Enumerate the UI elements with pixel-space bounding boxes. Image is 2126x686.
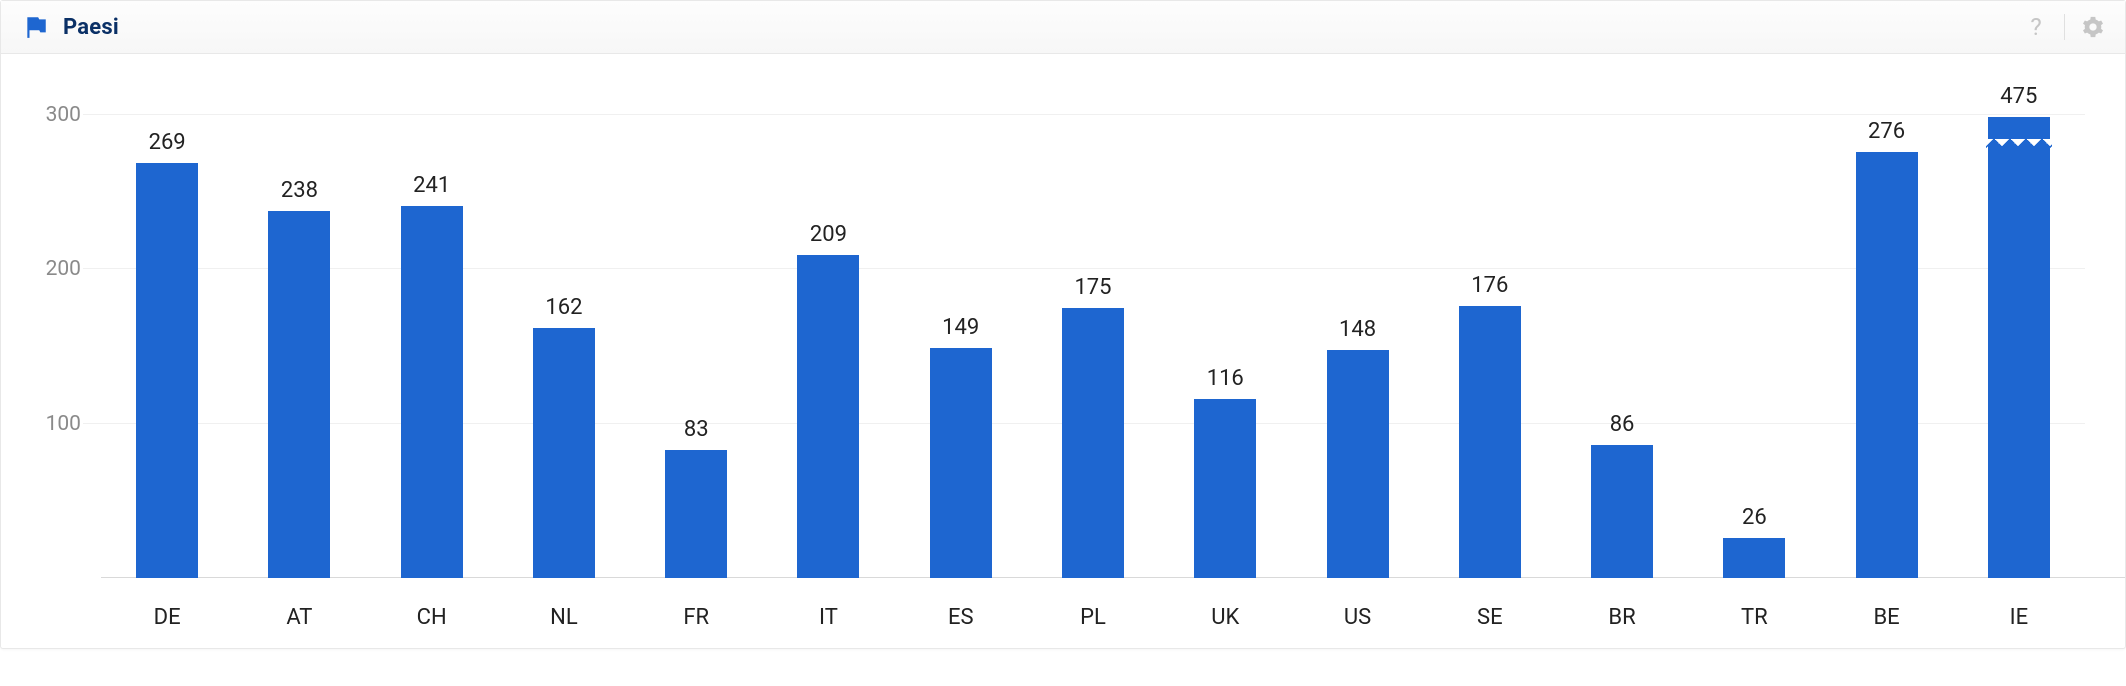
chart-bar-value: 149 (942, 315, 979, 340)
chart-x-tick: BR (1556, 605, 1688, 630)
chart-bar-rect (136, 163, 198, 578)
chart-bar: 209 (762, 84, 894, 578)
chart-bar-value: 175 (1074, 275, 1111, 300)
chart-bar-rect (533, 328, 595, 578)
chart-bar-rect (1327, 350, 1389, 578)
chart-bar: 83 (630, 84, 762, 578)
chart-bars: 269 238 241 162 83 209 149 175 116 148 176 86 26 276 4… (101, 84, 2085, 578)
chart-x-tick: TR (1688, 605, 1820, 630)
chart-bar-value: 26 (1742, 505, 1767, 530)
chart-x-tick: IE (1953, 605, 2085, 630)
chart-x-tick: ES (895, 605, 1027, 630)
chart-x-tick: AT (233, 605, 365, 630)
chart-bar-value: 148 (1339, 317, 1376, 342)
chart-bar-rect (1459, 306, 1521, 578)
chart-x-labels: DEATCHNLFRITESPLUKUSSEBRTRBEIE (101, 605, 2085, 630)
chart-bar-value: 238 (281, 178, 318, 203)
chart-x-tick: CH (366, 605, 498, 630)
chart-bar: 26 (1688, 84, 1820, 578)
chart-bar: 276 (1820, 84, 1952, 578)
chart-bar: 148 (1291, 84, 1423, 578)
chart-bar-value: 475 (2000, 84, 2037, 109)
chart-bar: 241 (366, 84, 498, 578)
chart-x-tick: BE (1820, 605, 1952, 630)
chart-bar-value: 176 (1471, 273, 1508, 298)
chart-x-tick: NL (498, 605, 630, 630)
chart-bar: 475 (1953, 84, 2085, 578)
flag-icon (23, 14, 49, 40)
widget-header: Paesi ? (1, 1, 2125, 54)
help-icon[interactable]: ? (2022, 13, 2050, 41)
chart-bar-rect (1194, 399, 1256, 578)
chart-y-tick: 300 (21, 103, 81, 127)
chart-x-tick: PL (1027, 605, 1159, 630)
chart-bar-value: 276 (1868, 119, 1905, 144)
chart-bar-value: 86 (1610, 412, 1635, 437)
chart-x-tick: US (1291, 605, 1423, 630)
chart-x-tick: DE (101, 605, 233, 630)
chart-bar-value: 241 (413, 173, 450, 198)
chart-bar: 238 (233, 84, 365, 578)
chart-bar-value: 116 (1207, 366, 1244, 391)
chart-bar: 269 (101, 84, 233, 578)
chart-bar-rect (1988, 117, 2050, 578)
chart-bar-rect (268, 211, 330, 578)
chart-y-tick: 200 (21, 257, 81, 281)
chart-bar-value: 83 (684, 417, 709, 442)
countries-widget: Paesi ? 100 200 300 269 238 241 162 83 209 149 17… (0, 0, 2126, 649)
chart-bar-rect (797, 255, 859, 578)
chart-x-tick: FR (630, 605, 762, 630)
chart-bar-rect (1062, 308, 1124, 578)
chart-bar-rect (1591, 445, 1653, 578)
chart-bar-rect (930, 348, 992, 578)
chart-x-tick: SE (1424, 605, 1556, 630)
settings-icon[interactable] (2079, 13, 2107, 41)
chart-body: 100 200 300 269 238 241 162 83 209 149 175 116 148 1… (1, 54, 2125, 648)
chart-bar: 175 (1027, 84, 1159, 578)
chart-bar-rect (401, 206, 463, 578)
chart-bar-rect (665, 450, 727, 578)
chart-bar-value: 269 (149, 130, 186, 155)
chart-bar-value: 162 (545, 295, 582, 320)
chart-x-tick: IT (762, 605, 894, 630)
chart-bar: 149 (895, 84, 1027, 578)
chart-bar: 116 (1159, 84, 1291, 578)
chart-y-tick: 100 (21, 412, 81, 436)
chart-bar: 176 (1424, 84, 1556, 578)
chart-plot-area: 100200300 269238241162832091491751161481… (101, 84, 2085, 578)
widget-title: Paesi (63, 15, 119, 40)
header-separator (2064, 14, 2065, 40)
chart-x-tick: UK (1159, 605, 1291, 630)
chart-bar: 86 (1556, 84, 1688, 578)
chart-bar-value: 209 (810, 222, 847, 247)
chart-bar-rect (1856, 152, 1918, 578)
chart-bar: 162 (498, 84, 630, 578)
chart-bar-rect (1723, 538, 1785, 578)
